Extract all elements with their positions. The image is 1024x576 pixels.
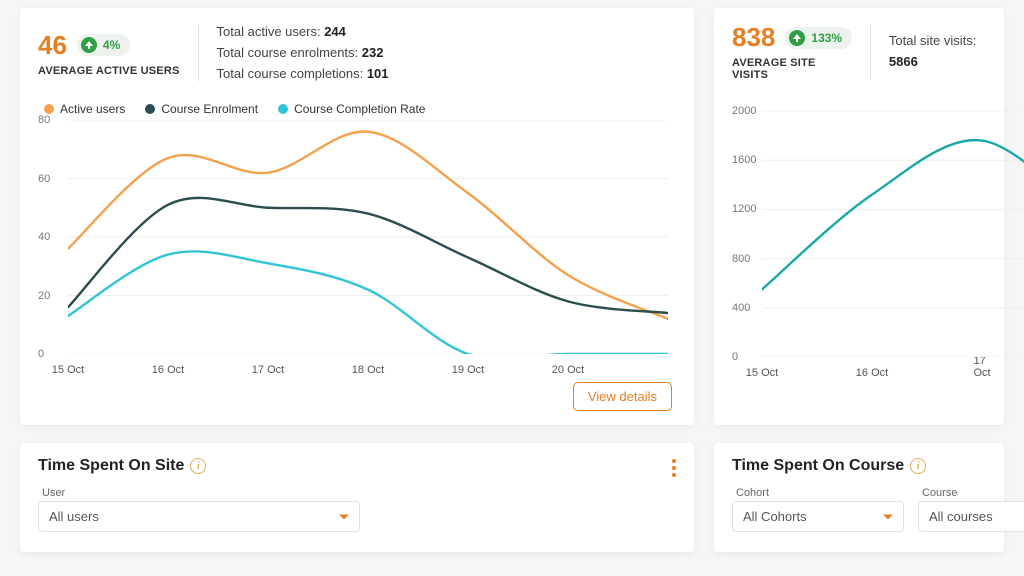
avg-site-visits-value: 838: [732, 22, 775, 53]
kebab-menu-icon[interactable]: [668, 455, 680, 481]
kpi-stats: Total active users: 244 Total course enr…: [217, 22, 389, 84]
filter-label: Course: [922, 487, 1024, 499]
avg-active-users-card: 46 4% AVERAGE ACTIVE USERS Total active …: [20, 8, 694, 425]
site-visits-chart: 040080012001600200015 Oct16 Oct17 Oct18: [732, 111, 986, 379]
filter-label: User: [42, 487, 360, 499]
delta-badge: 4%: [77, 34, 130, 56]
chevron-down-icon: [883, 514, 893, 519]
chart-legend: Active users Course Enrolment Course Com…: [44, 102, 676, 116]
filter-label: Cohort: [736, 487, 904, 499]
time-spent-on-site-card: Time Spent On Site i User All users: [20, 443, 694, 552]
section-title: Time Spent On Course: [732, 457, 904, 475]
info-icon[interactable]: i: [190, 458, 206, 474]
user-select[interactable]: All users: [38, 501, 360, 532]
course-select[interactable]: All courses: [918, 501, 1024, 532]
arrow-up-icon: [81, 37, 97, 53]
active-users-chart: 02040608015 Oct16 Oct17 Oct18 Oct19 Oct2…: [38, 120, 676, 376]
kpi-stats: Total site visits: 5866: [889, 31, 986, 73]
view-details-button[interactable]: View details: [573, 382, 672, 411]
info-icon[interactable]: i: [910, 458, 926, 474]
delta-badge: 133%: [785, 27, 852, 49]
time-spent-on-course-card: Time Spent On Course i Cohort All Cohort…: [714, 443, 1004, 552]
arrow-up-icon: [789, 30, 805, 46]
chevron-down-icon: [339, 514, 349, 519]
avg-active-users-value: 46: [38, 30, 67, 61]
legend-dot-icon: [278, 104, 288, 114]
avg-site-visits-label: AVERAGE SITE VISITS: [732, 57, 852, 81]
avg-site-visits-card: 838 133% AVERAGE SITE VISITS Total site …: [714, 8, 1004, 425]
cohort-select[interactable]: All Cohorts: [732, 501, 904, 532]
section-title: Time Spent On Site: [38, 457, 184, 475]
legend-dot-icon: [44, 104, 54, 114]
legend-dot-icon: [145, 104, 155, 114]
divider: [870, 24, 871, 80]
avg-active-users-label: AVERAGE ACTIVE USERS: [38, 65, 180, 77]
divider: [198, 25, 199, 81]
